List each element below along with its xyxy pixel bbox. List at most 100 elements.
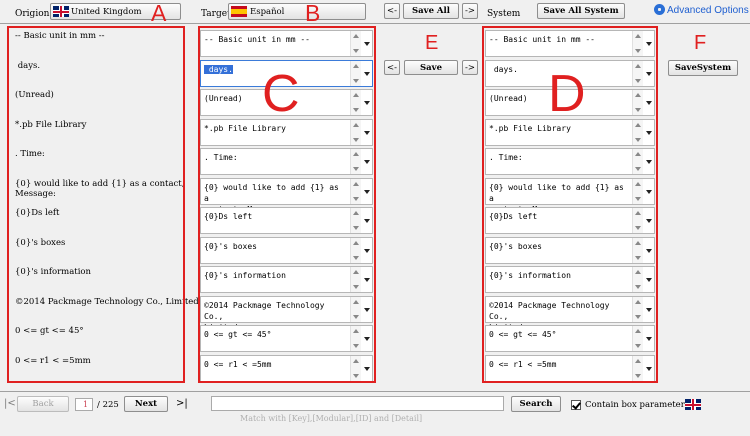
next-page-button[interactable]: Next	[124, 396, 168, 412]
system-translation-field[interactable]: days.	[485, 59, 655, 87]
dropdown-arrow-icon[interactable]	[364, 160, 370, 164]
scroll-spinner[interactable]	[350, 237, 361, 263]
dropdown-arrow-icon[interactable]	[364, 101, 370, 105]
system-translation-field[interactable]: *.pb File Library	[485, 118, 655, 146]
scroll-spinner[interactable]	[632, 296, 643, 322]
system-translation-field[interactable]: ©2014 Packmage Technology Co., Limited	[485, 295, 655, 332]
target-translation-field[interactable]: {0} would like to add {1} as a contact, …	[200, 177, 373, 214]
scroll-spinner[interactable]	[350, 355, 361, 381]
scroll-up-icon[interactable]	[635, 240, 641, 245]
target-translation-field[interactable]: *.pb File Library	[200, 118, 373, 146]
target-translation-field[interactable]: (Unread)	[200, 89, 373, 116]
scroll-down-icon[interactable]	[353, 137, 359, 142]
scroll-spinner[interactable]	[632, 355, 643, 381]
system-translation-field[interactable]: 0 <= r1 < =5mm	[485, 354, 655, 382]
scroll-spinner[interactable]	[350, 31, 361, 56]
scroll-up-icon[interactable]	[353, 240, 359, 245]
system-translation-field-text[interactable]: 0 <= r1 < =5mm	[489, 359, 624, 370]
scroll-spinner[interactable]	[350, 296, 361, 322]
scroll-spinner[interactable]	[350, 119, 361, 145]
scroll-up-icon[interactable]	[353, 93, 359, 97]
target-translation-field-text[interactable]: {0}'s information	[204, 270, 342, 281]
scroll-up-icon[interactable]	[635, 63, 641, 68]
system-translation-field-text[interactable]: {0}'s boxes	[489, 241, 624, 252]
scroll-spinner[interactable]	[632, 208, 643, 233]
origin-language-button[interactable]: United Kingdom	[50, 3, 181, 20]
target-translation-field-text[interactable]: 0 <= r1 < =5mm	[204, 359, 342, 370]
search-input[interactable]	[211, 396, 504, 411]
scroll-spinner[interactable]	[632, 178, 643, 204]
scroll-up-icon[interactable]	[353, 299, 359, 304]
scroll-down-icon[interactable]	[353, 344, 359, 348]
target-translation-field[interactable]: . Time:	[200, 148, 373, 175]
target-translation-field[interactable]: 0 <= r1 < =5mm	[200, 354, 373, 382]
scroll-up-icon[interactable]	[635, 211, 641, 215]
scroll-up-icon[interactable]	[635, 93, 641, 97]
scroll-spinner[interactable]	[350, 149, 361, 174]
save-system-button[interactable]: SaveSystem	[668, 60, 738, 76]
scroll-down-icon[interactable]	[353, 226, 359, 230]
scroll-up-icon[interactable]	[635, 270, 641, 274]
target-translation-field[interactable]: days.	[200, 59, 373, 87]
dropdown-arrow-icon[interactable]	[364, 130, 370, 135]
dropdown-arrow-icon[interactable]	[364, 278, 370, 282]
dropdown-arrow-icon[interactable]	[364, 337, 370, 341]
dropdown-arrow-icon[interactable]	[646, 189, 652, 194]
scroll-down-icon[interactable]	[353, 49, 359, 53]
scroll-down-icon[interactable]	[353, 108, 359, 112]
dropdown-arrow-icon[interactable]	[646, 366, 652, 371]
system-translation-field-text[interactable]: days.	[489, 64, 624, 75]
scroll-spinner[interactable]	[632, 119, 643, 145]
dropdown-arrow-icon[interactable]	[646, 307, 652, 312]
first-page-button[interactable]: |<	[4, 398, 16, 409]
scroll-spinner[interactable]	[632, 149, 643, 174]
dropdown-arrow-icon[interactable]	[364, 219, 370, 223]
system-translation-field-text[interactable]: {0}Ds left	[489, 211, 624, 222]
search-button[interactable]: Search	[511, 396, 561, 412]
target-language-button[interactable]: Español	[228, 3, 366, 20]
system-translation-field[interactable]: -- Basic unit in mm --	[485, 30, 655, 57]
gear-icon[interactable]	[654, 4, 665, 15]
target-translation-field-text[interactable]: days.	[204, 64, 342, 75]
scroll-down-icon[interactable]	[635, 78, 641, 83]
scroll-down-icon[interactable]	[353, 314, 359, 319]
scroll-down-icon[interactable]	[353, 373, 359, 378]
dropdown-arrow-icon[interactable]	[646, 71, 652, 76]
system-translation-field[interactable]: {0} would like to add {1} as a contact, …	[485, 177, 655, 214]
dropdown-arrow-icon[interactable]	[646, 248, 652, 253]
scroll-up-icon[interactable]	[353, 152, 359, 156]
system-translation-field[interactable]: {0}'s boxes	[485, 236, 655, 264]
dropdown-arrow-icon[interactable]	[646, 101, 652, 105]
scroll-spinner[interactable]	[350, 208, 361, 233]
scroll-spinner[interactable]	[350, 178, 361, 204]
scroll-down-icon[interactable]	[635, 373, 641, 378]
scroll-down-icon[interactable]	[353, 78, 359, 83]
system-translation-field[interactable]: . Time:	[485, 148, 655, 175]
dropdown-arrow-icon[interactable]	[364, 71, 370, 76]
scroll-up-icon[interactable]	[635, 358, 641, 363]
dropdown-arrow-icon[interactable]	[364, 248, 370, 253]
dropdown-arrow-icon[interactable]	[646, 42, 652, 46]
next-arrow-button[interactable]: ->	[462, 3, 478, 19]
target-translation-field-text[interactable]: -- Basic unit in mm --	[204, 34, 342, 45]
system-translation-field-text[interactable]: {0}'s information	[489, 270, 624, 281]
scroll-spinner[interactable]	[632, 31, 643, 56]
scroll-spinner[interactable]	[350, 90, 361, 115]
scroll-down-icon[interactable]	[353, 255, 359, 260]
scroll-up-icon[interactable]	[635, 34, 641, 38]
contain-box-parameters-checkbox[interactable]	[571, 400, 581, 410]
scroll-spinner[interactable]	[350, 60, 361, 86]
scroll-up-icon[interactable]	[635, 299, 641, 304]
scroll-spinner[interactable]	[632, 326, 643, 351]
target-translation-field[interactable]: {0}Ds left	[200, 207, 373, 234]
row-prev-button[interactable]: <-	[384, 60, 400, 75]
scroll-up-icon[interactable]	[635, 329, 641, 333]
prev-arrow-button[interactable]: <-	[384, 3, 400, 19]
target-translation-field[interactable]: -- Basic unit in mm --	[200, 30, 373, 57]
system-translation-field[interactable]: {0}'s information	[485, 266, 655, 293]
system-translation-field-text[interactable]: -- Basic unit in mm --	[489, 34, 624, 45]
scroll-down-icon[interactable]	[635, 167, 641, 171]
scroll-up-icon[interactable]	[353, 63, 359, 68]
target-translation-field[interactable]: {0}'s boxes	[200, 236, 373, 264]
scroll-down-icon[interactable]	[635, 344, 641, 348]
